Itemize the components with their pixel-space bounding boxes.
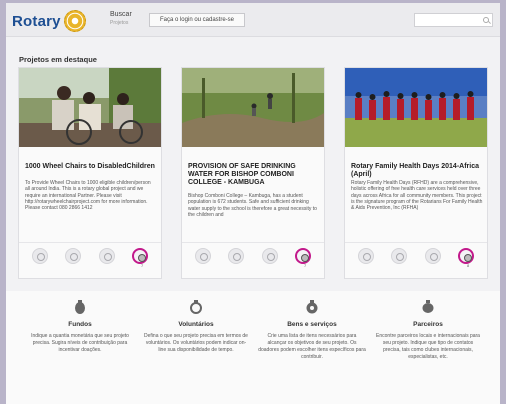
search-input[interactable] [414,13,493,27]
project-card[interactable]: 1000 Wheel Chairs to DisabledChildren To… [18,67,162,279]
contribution-icons [345,242,487,268]
project-description: Bishop Comboni College – Kambuga, has a … [188,193,317,218]
project-title[interactable]: Rotary Family Health Days 2014-Africa (A… [351,163,483,179]
header: Rotary Buscar Projetos Faça o login ou c… [6,3,500,37]
rotary-logo[interactable]: Rotary [12,9,86,33]
feature-funds: Fundos Indique a quantia monetária que s… [20,299,140,354]
funds-icon[interactable] [31,247,48,264]
project-photo-health-days[interactable] [345,68,487,147]
project-description: Rotary Family Health Days (RFHD) are a c… [351,180,483,212]
volunteers-icon[interactable] [228,247,245,264]
partners-icon[interactable] [458,247,475,264]
login-button[interactable]: Faça o login ou cadastre-se [149,13,245,27]
feature-text: Crie uma lista de itens necessários para… [258,333,366,360]
project-title[interactable]: 1000 Wheel Chairs to DisabledChildren [25,163,157,171]
search-icon[interactable] [483,17,489,23]
project-description: To Provide Wheel Chairs to 1000 eligible… [25,180,151,212]
project-card[interactable]: PROVISION OF SAFE DRINKING WATER FOR BIS… [181,67,325,279]
project-photo-wheelchairs[interactable] [19,68,161,147]
volunteers-icon[interactable] [65,247,82,264]
features-section: Fundos Indique a quantia monetária que s… [6,291,500,404]
feature-goods: Bens e serviços Crie uma lista de itens … [252,299,372,361]
coin-icon [75,300,85,314]
funds-icon[interactable] [357,247,374,264]
partners-count: 8 [467,263,470,268]
feature-title: Fundos [68,321,92,328]
feature-text: Indique a quantia monetária que seu proj… [31,333,129,353]
project-photo-water[interactable] [182,68,324,147]
goods-icon[interactable] [424,247,441,264]
goods-icon[interactable] [261,247,278,264]
project-title[interactable]: PROVISION OF SAFE DRINKING WATER FOR BIS… [188,163,320,187]
contribution-icons [19,242,161,268]
funds-icon[interactable] [194,247,211,264]
partners-count: 7 [141,263,144,268]
feature-title: Voluntários [178,321,214,328]
search-label: Buscar [110,11,132,18]
rotary-wheel-icon [63,10,86,32]
goods-icon[interactable] [98,247,115,264]
gift-icon [306,300,318,314]
feature-text: Encontre parceiros locais e internaciona… [376,333,480,360]
search-sub-label: Projetos [110,20,129,26]
feature-volunteers: Voluntários Defina o que seu projeto pre… [136,299,256,354]
handshake-icon [422,300,434,313]
partners-icon[interactable] [295,247,312,264]
partners-count: 7 [304,263,307,268]
contribution-icons [182,242,324,268]
ring-icon [190,300,202,314]
feature-title: Parceiros [413,321,443,328]
volunteers-icon[interactable] [391,247,408,264]
logo-text: Rotary [12,12,61,30]
project-card[interactable]: Rotary Family Health Days 2014-Africa (A… [344,67,488,279]
feature-text: Defina o que seu projeto precisa em term… [144,333,248,353]
featured-title: Projetos em destaque [19,55,97,64]
partners-icon[interactable] [132,247,149,264]
search-link[interactable]: Buscar Projetos [110,10,132,28]
feature-partners: Parceiros Encontre parceiros locais e in… [368,299,488,361]
page-frame: Rotary Buscar Projetos Faça o login ou c… [6,3,500,404]
feature-title: Bens e serviços [287,321,337,328]
